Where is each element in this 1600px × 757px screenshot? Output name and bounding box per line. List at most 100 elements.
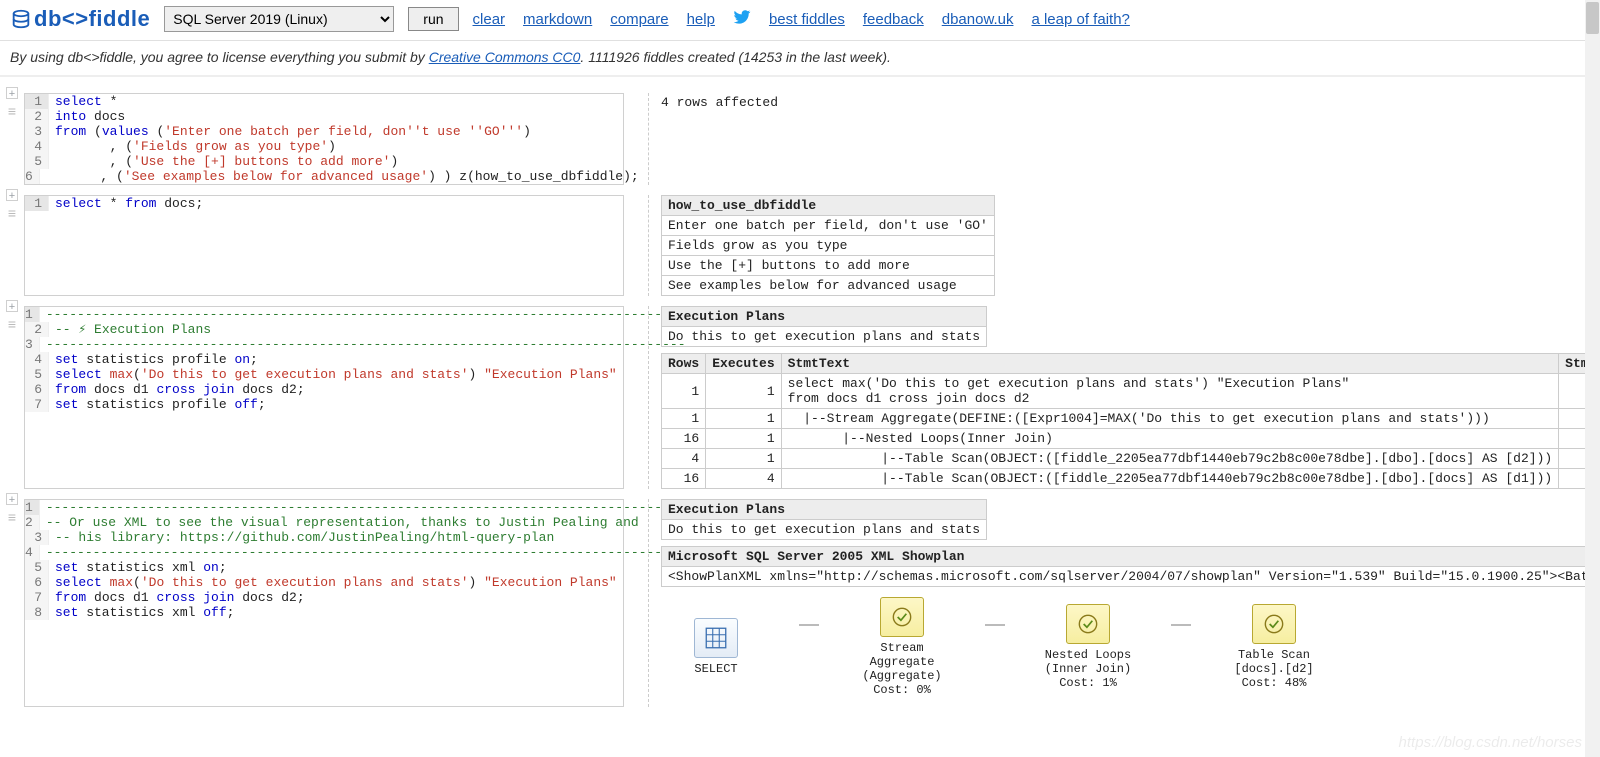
code-line[interactable]: ----------------------------------------…: [40, 500, 692, 515]
page-scrollbar[interactable]: [1585, 0, 1600, 757]
code-line[interactable]: set statistics xml off;: [49, 605, 240, 620]
license-link[interactable]: Creative Commons CC0: [429, 49, 581, 65]
code-line[interactable]: set statistics profile on;: [49, 352, 264, 367]
column-header: how_to_use_dbfiddle: [662, 196, 995, 216]
operation-icon: [880, 597, 924, 637]
link-compare[interactable]: compare: [610, 11, 668, 28]
plan-node-subtitle: (Aggregate): [847, 669, 957, 683]
link-feedback[interactable]: feedback: [863, 11, 924, 28]
sql-editor[interactable]: 1---------------------------------------…: [24, 306, 624, 489]
engine-select[interactable]: SQL Server 2019 (Linux): [164, 6, 394, 32]
link-leap[interactable]: a leap of faith?: [1031, 11, 1129, 28]
line-number: 3: [25, 337, 40, 352]
watermark: https://blog.csdn.net/horses: [1399, 734, 1582, 751]
line-number: 2: [25, 515, 40, 530]
link-dbanow[interactable]: dbanow.uk: [942, 11, 1014, 28]
result-pane: Execution PlansDo this to get execution …: [648, 306, 1592, 489]
top-header: db<>fiddle SQL Server 2019 (Linux) run c…: [0, 0, 1600, 41]
batch: +≡1select * from docs;how_to_use_dbfiddl…: [8, 195, 1592, 296]
logo[interactable]: db<>fiddle: [10, 6, 150, 32]
add-batch-button[interactable]: +: [6, 300, 18, 312]
batch: +≡1-------------------------------------…: [8, 499, 1592, 707]
code-line[interactable]: from (values ('Enter one batch per field…: [49, 124, 537, 139]
code-line[interactable]: set statistics xml on;: [49, 560, 233, 575]
line-number: 5: [25, 154, 49, 169]
plan-node-subtitle: [docs].[d2]: [1219, 662, 1329, 676]
table-cell: select max('Do this to get execution pla…: [781, 374, 1559, 409]
add-batch-button[interactable]: +: [6, 87, 18, 99]
code-line[interactable]: from docs d1 cross join docs d2;: [49, 382, 311, 397]
code-line[interactable]: -- Or use XML to see the visual represen…: [40, 515, 645, 530]
code-line[interactable]: -- ⚡ Execution Plans: [49, 322, 217, 337]
table-row: Use the [+] buttons to add more: [662, 256, 995, 276]
line-number: 6: [25, 382, 49, 397]
drag-handle-icon[interactable]: ≡: [6, 207, 18, 219]
plan-node-cost: Cost: 48%: [1219, 676, 1329, 690]
result-pane: how_to_use_dbfiddleEnter one batch per f…: [648, 195, 1592, 296]
link-help[interactable]: help: [687, 11, 715, 28]
result-table: how_to_use_dbfiddleEnter one batch per f…: [661, 195, 995, 296]
result-pane: 4 rows affected: [648, 93, 1592, 185]
plan-node-cost: Cost: 1%: [1033, 676, 1143, 690]
table-cell: 4: [662, 449, 706, 469]
add-batch-button[interactable]: +: [6, 189, 18, 201]
table-cell: 16: [662, 429, 706, 449]
column-header: StmtText: [781, 354, 1559, 374]
drag-handle-icon[interactable]: ≡: [6, 105, 18, 117]
code-line[interactable]: set statistics profile off;: [49, 397, 272, 412]
link-best-fiddles[interactable]: best fiddles: [769, 11, 845, 28]
column-header: Executes: [706, 354, 781, 374]
table-cell: |--Table Scan(OBJECT:([fiddle_2205ea77db…: [781, 469, 1559, 489]
table-row: 11select max('Do this to get execution p…: [662, 374, 1593, 409]
exec-plan-scroll[interactable]: RowsExecutesStmtTextStmtIdNodeIdF11selec…: [661, 353, 1592, 489]
plan-node[interactable]: Stream Aggregate(Aggregate)Cost: 0%: [847, 597, 957, 697]
plan-node[interactable]: Table Scan[docs].[d2]Cost: 48%: [1219, 604, 1329, 690]
table-row: 161 |--Nested Loops(Inner Join)13: [662, 429, 1593, 449]
code-line[interactable]: select *: [49, 94, 123, 109]
table-cell: 1: [662, 409, 706, 429]
table-cell: |--Nested Loops(Inner Join): [781, 429, 1559, 449]
plan-node[interactable]: Nested Loops(Inner Join)Cost: 1%: [1033, 604, 1143, 690]
code-line[interactable]: , ('Fields grow as you type'): [49, 139, 342, 154]
twitter-icon[interactable]: [733, 8, 751, 31]
code-line[interactable]: select max('Do this to get execution pla…: [49, 367, 623, 382]
code-line[interactable]: ----------------------------------------…: [40, 307, 692, 322]
code-line[interactable]: select max('Do this to get execution pla…: [49, 575, 623, 590]
drag-handle-icon[interactable]: ≡: [6, 511, 18, 523]
code-line[interactable]: select * from docs;: [49, 196, 209, 211]
code-line[interactable]: into docs: [49, 109, 131, 124]
link-clear[interactable]: clear: [473, 11, 506, 28]
scrollbar-thumb[interactable]: [1586, 2, 1599, 34]
result-pane: Execution PlansDo this to get execution …: [648, 499, 1592, 707]
table-row: See examples below for advanced usage: [662, 276, 995, 296]
code-line[interactable]: , ('Use the [+] buttons to add more'): [49, 154, 404, 169]
table-cell: 1: [706, 429, 781, 449]
operation-icon: [1066, 604, 1110, 644]
sql-editor[interactable]: 1select * from docs;: [24, 195, 624, 296]
result-message: 4 rows affected: [661, 93, 1592, 114]
code-line[interactable]: ----------------------------------------…: [40, 545, 692, 560]
code-line[interactable]: from docs d1 cross join docs d2;: [49, 590, 311, 605]
table-cell: See examples below for advanced usage: [662, 276, 995, 296]
plan-node[interactable]: SELECT: [661, 618, 771, 676]
code-line[interactable]: ----------------------------------------…: [40, 337, 692, 352]
add-batch-button[interactable]: +: [6, 493, 18, 505]
exec-plan-summary: Execution PlansDo this to get execution …: [661, 499, 987, 540]
db-icon: [10, 8, 32, 30]
table-row: Enter one batch per field, don't use 'GO…: [662, 216, 995, 236]
run-button[interactable]: run: [408, 7, 458, 31]
sql-editor[interactable]: 1select *2into docs3from (values ('Enter…: [24, 93, 624, 185]
plan-node-title: SELECT: [661, 662, 771, 676]
sql-editor[interactable]: 1---------------------------------------…: [24, 499, 624, 707]
table-cell: 1: [706, 409, 781, 429]
line-number: 3: [25, 124, 49, 139]
link-markdown[interactable]: markdown: [523, 11, 592, 28]
table-cell: Use the [+] buttons to add more: [662, 256, 995, 276]
logo-db: db: [34, 6, 62, 32]
showplan-scroll[interactable]: Microsoft SQL Server 2005 XML Showplan<S…: [661, 546, 1592, 587]
drag-handle-icon[interactable]: ≡: [6, 318, 18, 330]
code-line[interactable]: , ('See examples below for advanced usag…: [40, 169, 645, 184]
code-line[interactable]: -- his library: https://github.com/Justi…: [49, 530, 560, 545]
notice-prefix: By using db<>fiddle, you agree to licens…: [10, 49, 429, 65]
table-cell: 1: [706, 449, 781, 469]
